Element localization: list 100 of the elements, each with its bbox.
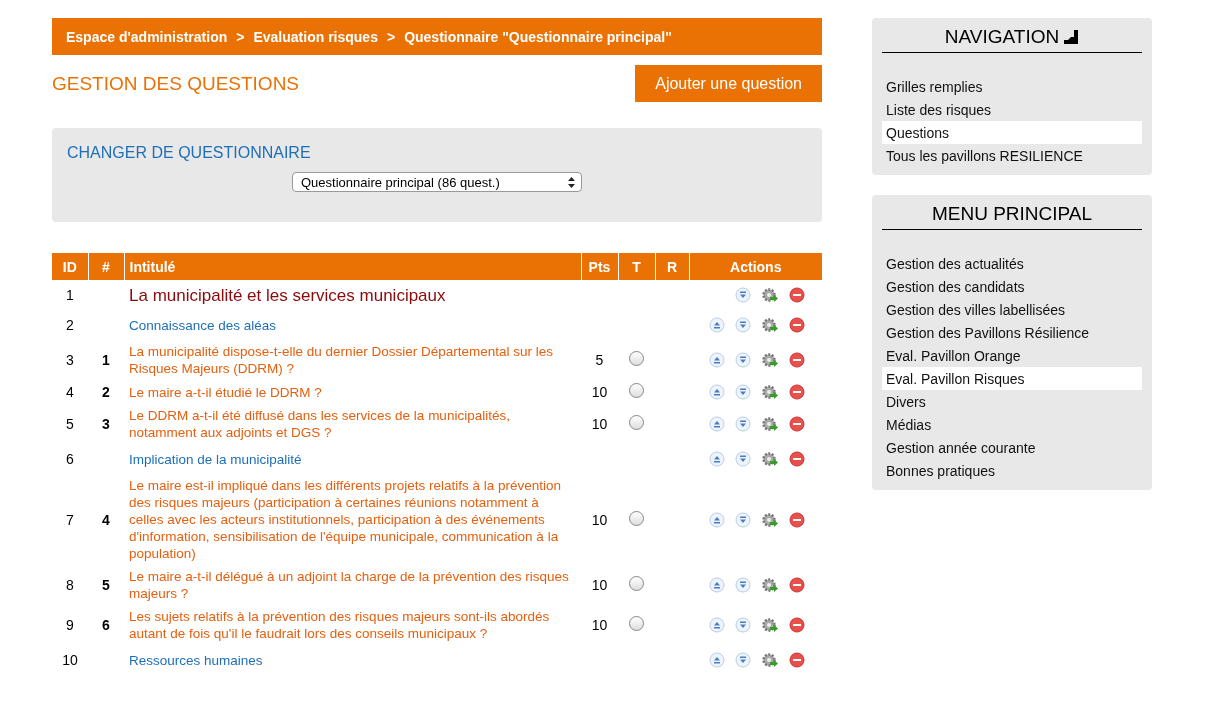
move-up-icon[interactable] <box>709 511 725 528</box>
panel-title: CHANGER DE QUESTIONNAIRE <box>67 144 312 162</box>
page-title: GESTION DES QUESTIONS <box>52 72 300 95</box>
menu-link[interactable]: Eval. Pavillon Orange <box>882 344 1142 367</box>
move-up-icon[interactable] <box>709 352 725 368</box>
move-down-icon[interactable] <box>735 352 751 368</box>
gear-icon[interactable] <box>761 287 779 303</box>
panel-heading: NAVIGATION <box>944 26 1060 48</box>
move-down-icon[interactable] <box>735 511 751 528</box>
row-id: 1 <box>66 287 74 303</box>
points: 5 <box>595 352 604 368</box>
row-id: 9 <box>66 617 74 633</box>
menu-link[interactable]: Questions <box>882 121 1142 144</box>
section-title: Implication de la municipalité <box>129 451 302 467</box>
points: 10 <box>591 577 608 593</box>
question-number: 4 <box>102 511 110 528</box>
move-down-icon[interactable] <box>735 577 751 593</box>
menu-link[interactable]: Gestion des villes labellisées <box>882 298 1142 321</box>
menu-link[interactable]: Bonnes pratiques <box>882 459 1142 482</box>
delete-icon[interactable] <box>789 317 805 333</box>
question-number: 2 <box>102 384 110 400</box>
gear-icon[interactable] <box>761 416 779 432</box>
points: 10 <box>591 617 608 633</box>
row-id: 5 <box>66 416 74 432</box>
column-header: Pts <box>581 253 618 280</box>
row-id: 8 <box>66 577 74 593</box>
radio-button[interactable] <box>629 576 644 591</box>
column-header: # <box>88 253 124 280</box>
move-down-icon[interactable] <box>735 384 751 400</box>
row-id: 6 <box>66 451 74 467</box>
gear-icon[interactable] <box>761 352 779 368</box>
gear-icon[interactable] <box>761 511 779 528</box>
delete-icon[interactable] <box>789 511 805 528</box>
gear-icon[interactable] <box>761 451 779 467</box>
points: 10 <box>591 511 608 528</box>
column-header: R <box>655 253 689 280</box>
points: 10 <box>591 416 608 432</box>
column-header: ID <box>52 253 88 280</box>
question-text: Le maire est-il impliqué dans les différents projets relatifs à la prévention des risques majeurs (participation à certaines réunions notamment à celles avec les acteurs institutionnels, participation à des événements d'information, sensibilisation de l'équipe municipale, communication à la population) <box>129 478 561 561</box>
column-header: T <box>618 253 655 280</box>
menu-link[interactable]: Eval. Pavillon Risques <box>882 367 1142 390</box>
question-text: Les sujets relatifs à la prévention des risques majeurs sont-ils abordés autant de fois qu'il le faudrait lors des conseils municipaux ? <box>129 609 550 641</box>
move-up-icon[interactable] <box>709 617 725 633</box>
column-header: Intitulé <box>124 253 581 280</box>
delete-icon[interactable] <box>789 287 805 303</box>
delete-icon[interactable] <box>789 617 805 633</box>
radio-button[interactable] <box>629 510 644 526</box>
corner-arrow-icon <box>1063 29 1080 45</box>
delete-icon[interactable] <box>789 352 805 368</box>
move-down-icon[interactable] <box>735 416 751 432</box>
menu-link[interactable]: Gestion des candidats <box>882 275 1142 298</box>
menu-link[interactable]: Tous les pavillons RESILIENCE <box>882 144 1142 167</box>
move-down-icon[interactable] <box>735 287 751 303</box>
gear-icon[interactable] <box>761 617 779 633</box>
move-up-icon[interactable] <box>709 652 725 668</box>
gear-icon[interactable] <box>761 317 779 333</box>
select-arrows-icon <box>568 176 575 188</box>
move-up-icon[interactable] <box>709 577 725 593</box>
menu-link[interactable]: Gestion année courante <box>882 436 1142 459</box>
move-up-icon[interactable] <box>709 317 725 333</box>
delete-icon[interactable] <box>789 451 805 467</box>
question-text: La municipalité dispose-t-elle du dernier Dossier Départemental sur les Risques Majeurs (DDRM) ? <box>129 344 553 376</box>
question-text: Le maire a-t-il étudié le DDRM ? <box>129 384 322 400</box>
points: 10 <box>591 384 608 400</box>
radio-button[interactable] <box>629 383 644 398</box>
column-header: Actions <box>689 253 822 280</box>
question-number: 6 <box>102 617 110 633</box>
radio-button[interactable] <box>629 616 644 631</box>
move-up-icon[interactable] <box>709 384 725 400</box>
move-down-icon[interactable] <box>735 451 751 467</box>
row-id: 7 <box>66 511 74 528</box>
radio-button[interactable] <box>629 351 644 366</box>
move-down-icon[interactable] <box>735 617 751 633</box>
move-down-icon[interactable] <box>735 652 751 668</box>
row-id: 10 <box>62 652 78 668</box>
delete-icon[interactable] <box>789 416 805 432</box>
menu-link[interactable]: Gestion des Pavillons Résilience <box>882 321 1142 344</box>
delete-icon[interactable] <box>789 577 805 593</box>
menu-link[interactable]: Liste des risques <box>882 98 1142 121</box>
menu-link[interactable]: Médias <box>882 413 1142 436</box>
move-up-icon[interactable] <box>709 416 725 432</box>
panel-heading: MENU PRINCIPAL <box>931 203 1093 225</box>
menu-link[interactable]: Grilles remplies <box>882 75 1142 98</box>
delete-icon[interactable] <box>789 384 805 400</box>
breadcrumb-separator: > <box>386 28 396 45</box>
delete-icon[interactable] <box>789 652 805 668</box>
gear-icon[interactable] <box>761 384 779 400</box>
menu-link[interactable]: Gestion des actualités <box>882 252 1142 275</box>
gear-icon[interactable] <box>761 652 779 668</box>
move-up-icon[interactable] <box>709 451 725 467</box>
section-title: Ressources humaines <box>129 652 263 668</box>
move-down-icon[interactable] <box>735 317 751 333</box>
gear-icon[interactable] <box>761 577 779 593</box>
radio-button[interactable] <box>629 415 644 430</box>
questionnaire-select[interactable]: Questionnaire principal (86 quest.) <box>292 172 582 192</box>
menu-link[interactable]: Divers <box>882 390 1142 413</box>
question-number: 5 <box>102 577 110 593</box>
question-number: 1 <box>102 352 110 368</box>
question-text: Le maire a-t-il délégué à un adjoint la charge de la prévention des risques majeurs ? <box>129 569 569 601</box>
row-id: 2 <box>66 317 74 333</box>
